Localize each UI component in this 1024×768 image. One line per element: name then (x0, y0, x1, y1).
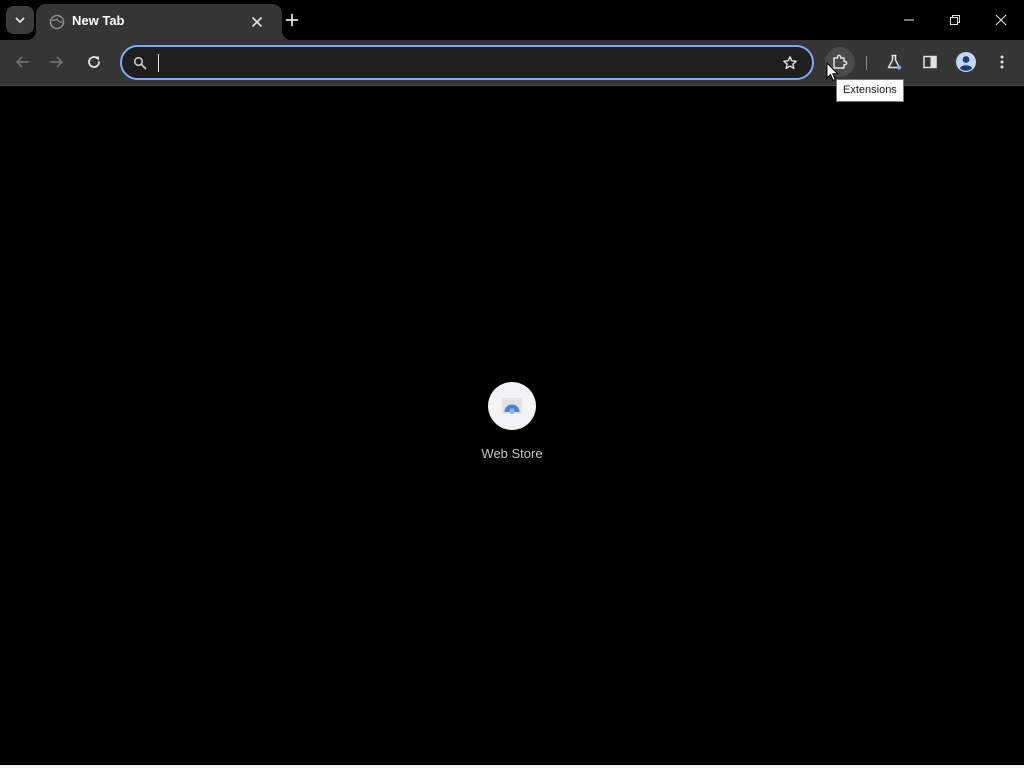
close-icon (995, 14, 1007, 26)
back-button[interactable] (7, 47, 37, 77)
star-icon (783, 56, 797, 70)
bookmark-star-button[interactable] (780, 53, 800, 73)
new-tab-page: Web Store (0, 87, 1024, 768)
profile-button[interactable] (951, 47, 981, 77)
labs-button[interactable] (879, 47, 909, 77)
close-icon (252, 17, 262, 27)
reload-button[interactable] (79, 47, 109, 77)
kebab-menu-icon (1000, 55, 1004, 69)
shortcut-web-store[interactable]: Web Store (472, 382, 552, 472)
menu-button[interactable] (987, 47, 1017, 77)
restore-icon (950, 15, 960, 25)
mouse-cursor-icon (826, 62, 839, 82)
extensions-tooltip: Extensions (836, 79, 904, 102)
reload-icon (88, 56, 100, 68)
tab-title: New Tab (72, 13, 125, 28)
address-bar[interactable] (120, 45, 814, 80)
minimize-icon (904, 19, 914, 21)
toolbar-separator (866, 56, 867, 70)
chevron-down-icon (15, 17, 25, 23)
minimize-button[interactable] (886, 0, 932, 40)
new-tab-button[interactable] (280, 8, 304, 32)
tab-close-button[interactable] (248, 13, 266, 31)
tab-strip: New Tab (0, 0, 1024, 40)
browser-window: New Tab Web Store Extensions (0, 0, 1024, 768)
web-store-icon (488, 382, 536, 430)
text-caret (158, 54, 159, 72)
forward-button[interactable] (42, 47, 72, 77)
search-icon (132, 55, 148, 71)
arrow-left-icon (16, 56, 29, 68)
avatar-icon (956, 52, 976, 72)
arrow-right-icon (50, 56, 63, 68)
side-panel-icon (923, 55, 937, 69)
flask-icon (887, 54, 902, 70)
close-window-button[interactable] (978, 0, 1024, 40)
shortcut-label: Web Store (481, 446, 543, 461)
globe-icon (49, 14, 65, 30)
tab-new-tab[interactable]: New Tab (26, 4, 292, 40)
side-panel-button[interactable] (915, 47, 945, 77)
restore-button[interactable] (932, 0, 978, 40)
plus-icon (285, 13, 299, 27)
address-input[interactable] (156, 51, 766, 75)
